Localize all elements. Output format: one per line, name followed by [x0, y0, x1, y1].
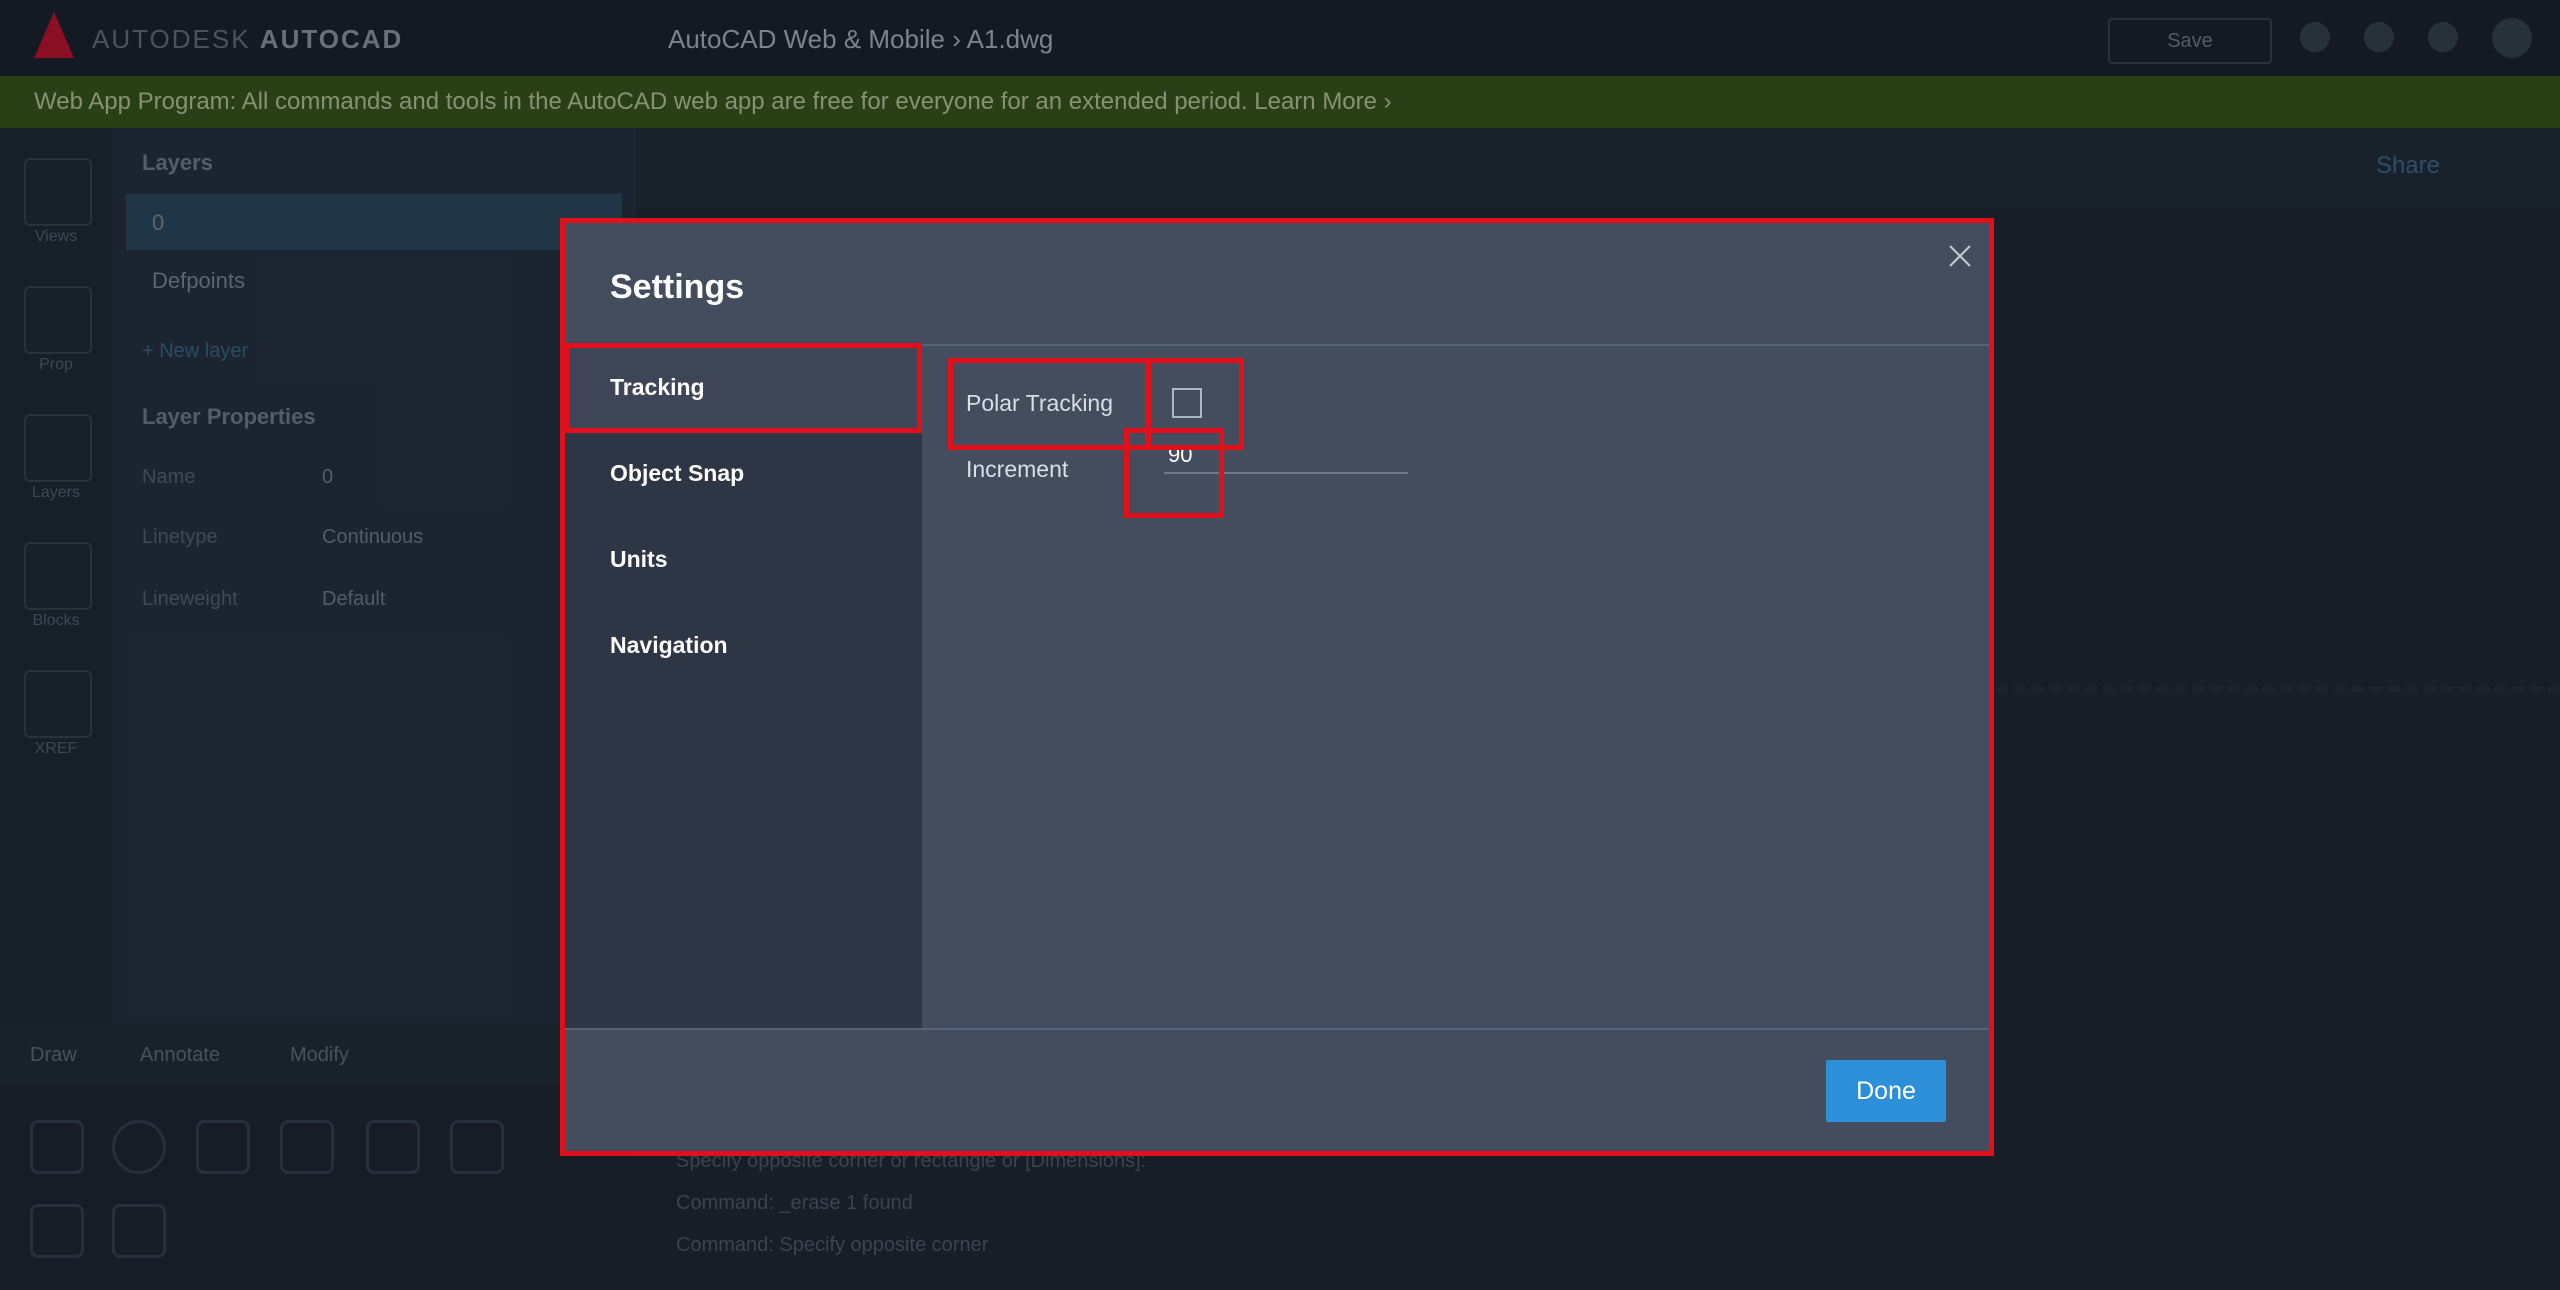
dialog-title: Settings [610, 268, 745, 306]
nav-label: Object Snap [610, 460, 745, 486]
nav-label: Tracking [610, 374, 705, 400]
increment-input[interactable] [1164, 438, 1408, 474]
dialog-header: Settings [564, 222, 1990, 346]
dialog-footer: Done [564, 1028, 1990, 1154]
close-icon[interactable] [1942, 238, 1978, 274]
nav-units[interactable]: Units [564, 518, 922, 602]
increment-label: Increment [966, 456, 1069, 482]
settings-nav: Tracking Object Snap Units Navigation [564, 346, 922, 1028]
nav-object-snap[interactable]: Object Snap [564, 432, 922, 516]
polar-tracking-label: Polar Tracking [966, 390, 1114, 416]
nav-label: Navigation [610, 632, 728, 658]
polar-tracking-checkbox[interactable] [1172, 388, 1202, 418]
nav-label: Units [610, 546, 668, 572]
settings-content: Polar Tracking Increment [922, 346, 1990, 1028]
done-button[interactable]: Done [1826, 1060, 1946, 1122]
settings-dialog: Settings Tracking Object Snap Units Navi… [564, 222, 1990, 1152]
nav-navigation[interactable]: Navigation [564, 604, 922, 688]
nav-tracking[interactable]: Tracking [564, 346, 922, 430]
